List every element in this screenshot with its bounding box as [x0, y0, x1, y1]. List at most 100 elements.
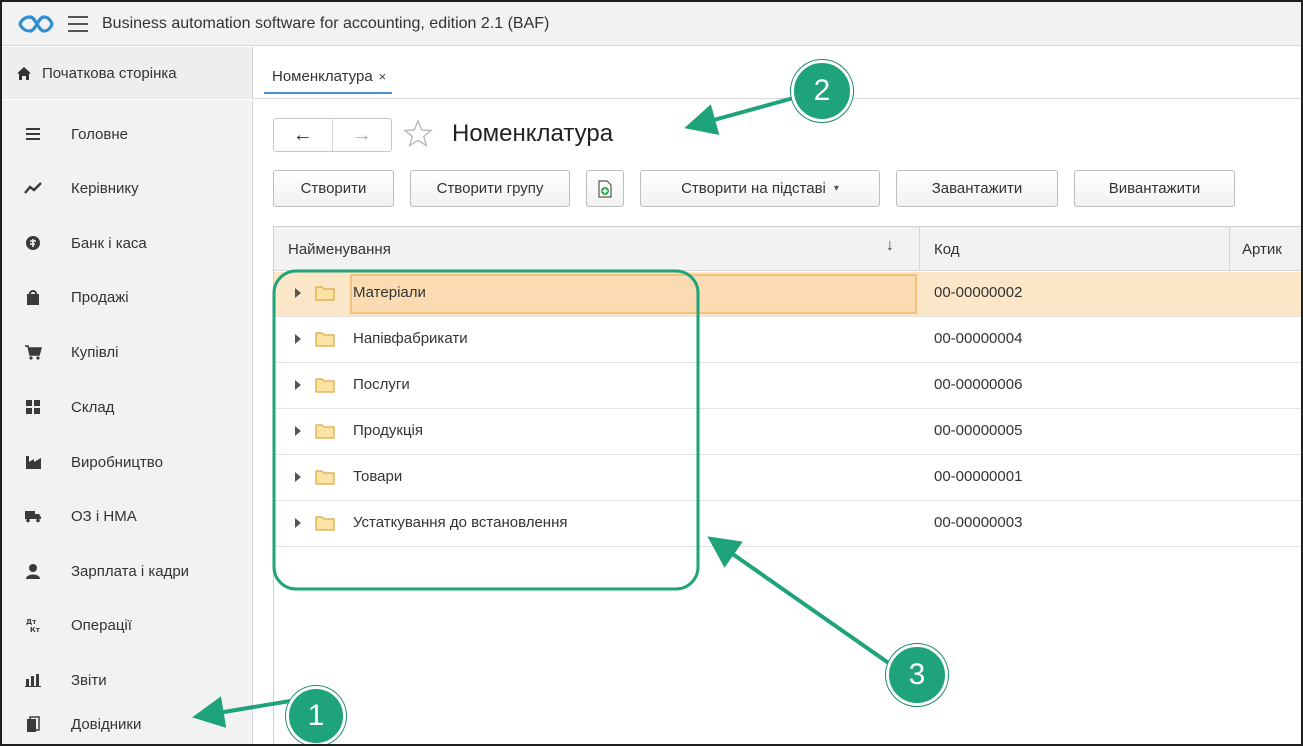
- baf-logo-icon[interactable]: [18, 13, 54, 35]
- table-header: Найменування ↓ Код Артик: [274, 227, 1301, 271]
- sidebar-item-label: Головне: [71, 125, 128, 143]
- table-row[interactable]: Продукція 00-00000005: [274, 410, 1301, 455]
- expand-triangle-icon[interactable]: [295, 380, 301, 390]
- sidebar-item-label: Виробництво: [71, 453, 163, 471]
- sidebar-item-label: Операції: [71, 616, 132, 634]
- annotation-badge-3: 3: [886, 644, 948, 706]
- row-name: Матеріали: [353, 284, 426, 301]
- create-button[interactable]: Створити: [273, 170, 394, 207]
- sidebar-item-label: Купівлі: [71, 343, 119, 361]
- column-header-name[interactable]: Найменування: [288, 227, 391, 271]
- sidebar-item-bank[interactable]: Банк і каса: [2, 223, 253, 263]
- nomenclature-table: Найменування ↓ Код Артик Матеріали 00-00…: [273, 226, 1301, 744]
- page-title: Номенклатура: [452, 120, 614, 147]
- table-row[interactable]: Матеріали 00-00000002: [274, 272, 1301, 317]
- close-icon[interactable]: ×: [379, 69, 387, 84]
- menu-lines-icon: [24, 125, 42, 143]
- row-code: 00-00000001: [934, 468, 1023, 485]
- sidebar-item-label: Банк і каса: [71, 234, 147, 252]
- folder-icon: [315, 516, 335, 531]
- table-row[interactable]: Послуги 00-00000006: [274, 364, 1301, 409]
- sidebar-item-operations[interactable]: Дт Кт Операції: [2, 605, 253, 645]
- folder-icon: [315, 470, 335, 485]
- load-button[interactable]: Завантажити: [896, 170, 1058, 207]
- hamburger-icon[interactable]: [68, 15, 88, 32]
- star-icon[interactable]: [402, 118, 434, 150]
- column-separator: [919, 227, 920, 271]
- folder-icon: [315, 378, 335, 393]
- shopping-bag-icon: [24, 288, 42, 306]
- column-header-article[interactable]: Артик: [1242, 227, 1282, 271]
- sidebar: Головне Керівнику Банк і каса Продажі Ку…: [2, 100, 253, 744]
- table-row[interactable]: Устаткування до встановлення 00-00000003: [274, 502, 1301, 547]
- expand-triangle-icon[interactable]: [295, 426, 301, 436]
- folder-icon: [315, 286, 335, 301]
- sidebar-item-fixed-assets[interactable]: ОЗ і НМА: [2, 496, 253, 536]
- title-bar: Business automation software for account…: [2, 2, 1301, 46]
- forward-button[interactable]: →: [333, 119, 392, 151]
- sidebar-item-label: Керівнику: [71, 179, 139, 197]
- tab-nomenclature-label: Номенклатура: [272, 67, 373, 85]
- column-separator: [1229, 227, 1230, 271]
- tab-home[interactable]: Початкова сторінка: [2, 47, 253, 99]
- trend-chart-icon: [24, 179, 42, 197]
- add-copy-icon: [598, 179, 612, 198]
- coin-icon: [24, 234, 42, 252]
- sidebar-item-label: Зарплата і кадри: [71, 562, 190, 580]
- bar-chart-icon: [24, 671, 42, 689]
- row-code: 00-00000003: [934, 514, 1023, 531]
- expand-triangle-icon[interactable]: [295, 334, 301, 344]
- app-title: Business automation software for account…: [102, 14, 550, 32]
- create-group-button[interactable]: Створити групу: [410, 170, 570, 207]
- tab-home-label: Початкова сторінка: [42, 64, 177, 82]
- back-button[interactable]: ←: [274, 119, 333, 151]
- svg-text:Кт: Кт: [30, 626, 41, 634]
- sidebar-item-sales[interactable]: Продажі: [2, 277, 253, 317]
- create-based-on-label: Створити на підставі: [681, 180, 826, 197]
- chevron-down-icon: ▾: [833, 183, 839, 194]
- table-row[interactable]: Напівфабрикати 00-00000004: [274, 318, 1301, 363]
- warehouse-icon: [24, 398, 42, 416]
- folder-icon: [315, 332, 335, 347]
- sidebar-item-label: ОЗ і НМА: [71, 507, 137, 525]
- sidebar-item-warehouse[interactable]: Склад: [2, 387, 253, 427]
- tab-nomenclature[interactable]: Номенклатура ×: [264, 60, 393, 94]
- expand-triangle-icon[interactable]: [295, 288, 301, 298]
- sidebar-item-production[interactable]: Виробництво: [2, 442, 253, 482]
- annotation-badge-2: 2: [791, 60, 853, 122]
- copy-button[interactable]: [586, 170, 624, 207]
- expand-triangle-icon[interactable]: [295, 518, 301, 528]
- sidebar-item-main[interactable]: Головне: [2, 114, 253, 154]
- debit-credit-icon: Дт Кт: [24, 616, 42, 634]
- selected-cell: [350, 274, 917, 314]
- history-nav: ← →: [273, 118, 392, 152]
- row-name: Напівфабрикати: [353, 330, 468, 347]
- row-code: 00-00000002: [934, 284, 1023, 301]
- folder-icon: [315, 424, 335, 439]
- table-row[interactable]: Товари 00-00000001: [274, 456, 1301, 501]
- sidebar-item-reports[interactable]: Звіти: [2, 660, 253, 700]
- row-name: Товари: [353, 468, 403, 485]
- row-name: Продукція: [353, 422, 423, 439]
- person-icon: [24, 562, 42, 580]
- annotation-badge-1: 1: [286, 686, 346, 744]
- svg-text:Дт: Дт: [26, 618, 37, 626]
- row-code: 00-00000006: [934, 376, 1023, 393]
- sidebar-item-directories[interactable]: Довідники: [2, 704, 253, 744]
- sidebar-item-payroll[interactable]: Зарплата і кадри: [2, 551, 253, 591]
- sidebar-item-label: Довідники: [71, 715, 142, 733]
- cart-icon: [24, 343, 42, 361]
- unload-button[interactable]: Вивантажити: [1074, 170, 1235, 207]
- sidebar-item-label: Продажі: [71, 288, 129, 306]
- app-window: Business automation software for account…: [0, 0, 1303, 746]
- tab-bar: Початкова сторінка Номенклатура ×: [2, 47, 1301, 99]
- sidebar-item-label: Звіти: [71, 671, 107, 689]
- row-code: 00-00000005: [934, 422, 1023, 439]
- sidebar-item-purchases[interactable]: Купівлі: [2, 332, 253, 372]
- sidebar-item-manager[interactable]: Керівнику: [2, 168, 253, 208]
- column-header-code[interactable]: Код: [934, 227, 960, 271]
- create-based-on-button[interactable]: Створити на підставі ▾: [640, 170, 880, 207]
- expand-triangle-icon[interactable]: [295, 472, 301, 482]
- row-name: Устаткування до встановлення: [353, 514, 568, 531]
- row-code: 00-00000004: [934, 330, 1023, 347]
